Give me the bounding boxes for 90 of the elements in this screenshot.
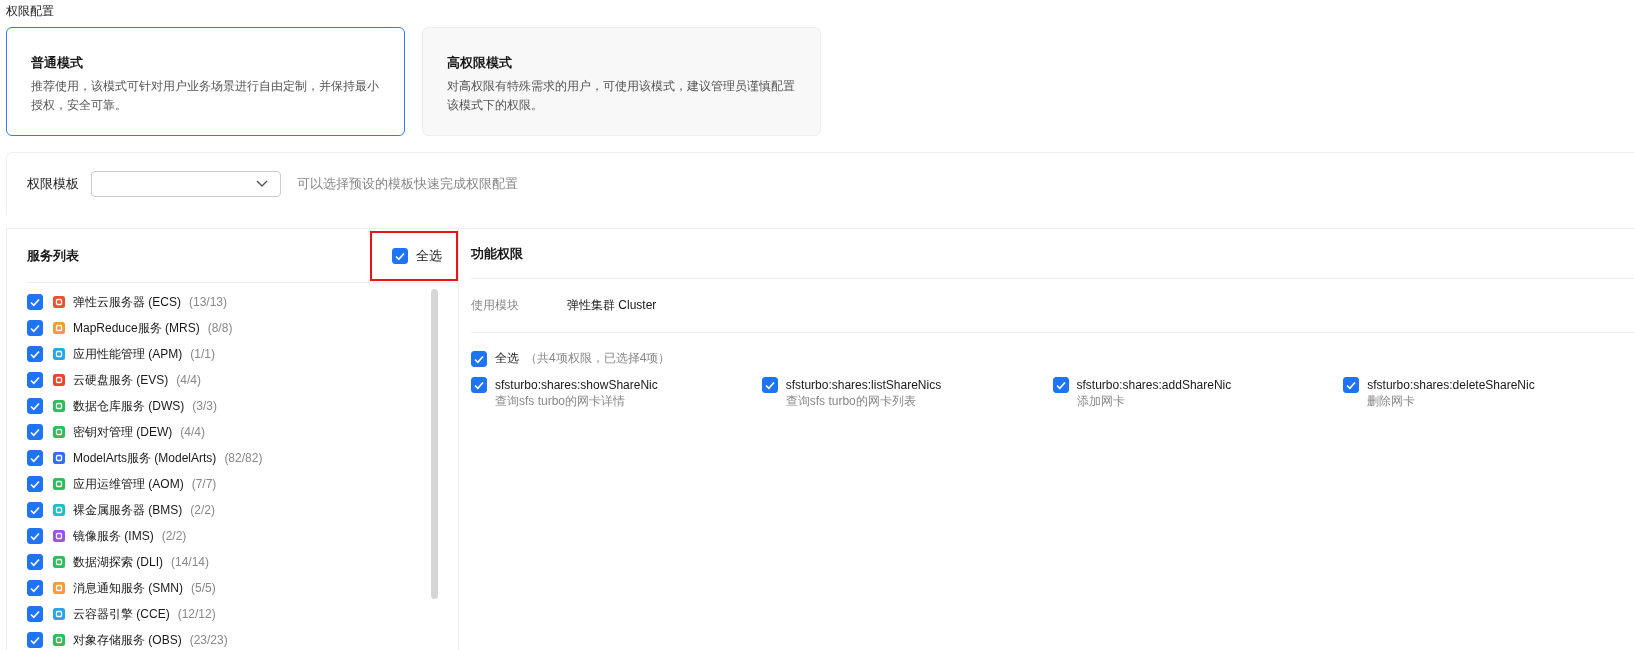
service-count: (1/1): [190, 347, 216, 361]
service-name[interactable]: ModelArts服务 (ModelArts): [73, 449, 217, 467]
service-checkbox[interactable]: [27, 606, 43, 622]
service-name[interactable]: 密钥对管理 (DEW): [73, 423, 173, 441]
checkmark-icon: [29, 556, 41, 568]
mode-title: 高权限模式: [447, 54, 513, 72]
service-count: (4/4): [180, 425, 205, 439]
checkmark-icon: [763, 379, 776, 391]
select-all-checkbox[interactable]: 全选: [471, 350, 519, 367]
service-checkbox[interactable]: [27, 502, 43, 518]
service-checkbox[interactable]: [27, 372, 43, 388]
service-count: (14/14): [171, 555, 210, 569]
service-count: (23/23): [189, 633, 228, 647]
module-label: 使用模块: [471, 297, 520, 314]
permission-checkbox[interactable]: [471, 377, 487, 393]
service-checkbox[interactable]: [27, 294, 43, 310]
permission-description: 添加网卡: [1076, 393, 1126, 410]
checkmark-icon: [473, 379, 485, 391]
template-label: 权限模板: [27, 175, 79, 193]
service-count: (8/8): [207, 321, 233, 335]
checkmark-icon: [29, 452, 41, 464]
checkmark-icon: [29, 322, 41, 334]
checkmark-icon: [29, 348, 41, 360]
checkmark-icon: [1054, 379, 1067, 391]
scrollbar[interactable]: [431, 289, 438, 599]
service-checkbox[interactable]: [27, 580, 43, 596]
service-checkbox[interactable]: [27, 424, 43, 440]
service-count: (5/5): [191, 581, 216, 595]
service-count: (4/4): [176, 373, 202, 387]
service-name[interactable]: MapReduce服务 (MRS): [73, 319, 200, 337]
service-count: (2/2): [161, 529, 187, 543]
checkmark-icon: [29, 296, 41, 308]
template-hint: 可以选择预设的模板快速完成权限配置: [297, 175, 518, 193]
permission-checkbox[interactable]: [1343, 377, 1360, 393]
selection-summary: （共4项权限，已选择4项）: [525, 350, 671, 367]
permission-description: 删除网卡: [1367, 393, 1417, 410]
mode-title: 普通模式: [31, 54, 84, 72]
service-count: (2/2): [190, 503, 216, 517]
permission-checkbox[interactable]: [1052, 377, 1069, 393]
checkmark-icon: [29, 426, 41, 438]
service-count: (82/82): [224, 451, 263, 465]
checkmark-icon: [29, 530, 41, 542]
service-checkbox[interactable]: [27, 476, 43, 492]
module-value: 弹性集群 Cluster: [567, 297, 657, 314]
checkmark-icon: [29, 634, 41, 646]
service-name[interactable]: 应用运维管理 (AOM): [73, 475, 184, 493]
service-name[interactable]: 弹性云服务器 (ECS): [73, 293, 181, 311]
service-checkbox[interactable]: [27, 450, 43, 466]
checkmark-icon: [1345, 379, 1358, 391]
service-count: (7/7): [191, 477, 217, 491]
service-name[interactable]: 裸金属服务器 (BMS): [73, 501, 183, 519]
permission-description: 查询sfs turbo的网卡列表: [785, 393, 917, 410]
service-name[interactable]: 消息通知服务 (SMN): [73, 579, 183, 597]
permission-action: sfsturbo:shares:addShareNic: [1076, 377, 1232, 393]
checkmark-icon: [29, 374, 41, 386]
checkmark-icon: [29, 582, 41, 594]
service-name[interactable]: 数据湖探索 (DLI): [73, 553, 163, 571]
permission-action: sfsturbo:shares:showShareNic: [495, 377, 658, 393]
service-count: (3/3): [192, 399, 217, 413]
checkmark-icon: [29, 504, 41, 516]
service-name[interactable]: 对象存储服务 (OBS): [73, 631, 182, 649]
service-count: (12/12): [177, 607, 216, 621]
service-name[interactable]: 数据仓库服务 (DWS): [73, 397, 185, 415]
select-all-checkbox[interactable]: 全选: [370, 230, 458, 281]
section-title: 权限配置: [5, 3, 55, 20]
checkmark-icon: [29, 608, 41, 620]
permission-action: sfsturbo:shares:deleteShareNic: [1367, 377, 1535, 393]
permission-description: 查询sfs turbo的网卡详情: [495, 393, 627, 410]
mode-description: 对高权限有特殊需求的用户，可使用该模式，建议管理员谨慎配置该模式下的权限。: [447, 78, 796, 114]
service-name[interactable]: 镜像服务 (IMS): [73, 527, 154, 545]
service-list-title: 服务列表: [27, 246, 79, 265]
service-count: (13/13): [189, 295, 228, 309]
service-name[interactable]: 云硬盘服务 (EVS): [73, 371, 169, 389]
service-checkbox[interactable]: [27, 554, 43, 570]
mode-card[interactable]: 高权限模式 对高权限有特殊需求的用户，可使用该模式，建议管理员谨慎配置该模式下的权限。: [422, 27, 821, 136]
service-checkbox[interactable]: [27, 632, 43, 648]
permission-checkbox[interactable]: [761, 377, 778, 393]
service-checkbox[interactable]: [27, 528, 43, 544]
mode-card[interactable]: 普通模式 推荐使用，该模式可针对用户业务场景进行自由定制，并保持最小授权，安全可靠。: [6, 27, 405, 136]
mode-description: 推荐使用，该模式可针对用户业务场景进行自由定制，并保持最小授权，安全可靠。: [31, 78, 380, 114]
function-permissions-title: 功能权限: [471, 244, 523, 263]
service-checkbox[interactable]: [27, 398, 43, 414]
service-name[interactable]: 云容器引擎 (CCE): [73, 605, 170, 623]
checkmark-icon: [29, 400, 41, 412]
chevron-down-icon: [256, 180, 268, 188]
service-checkbox[interactable]: [27, 320, 43, 336]
checkmark-icon: [29, 478, 41, 490]
permission-action: sfsturbo:shares:listShareNics: [785, 377, 942, 393]
service-name[interactable]: 应用性能管理 (APM): [73, 345, 183, 363]
service-checkbox[interactable]: [27, 346, 43, 362]
